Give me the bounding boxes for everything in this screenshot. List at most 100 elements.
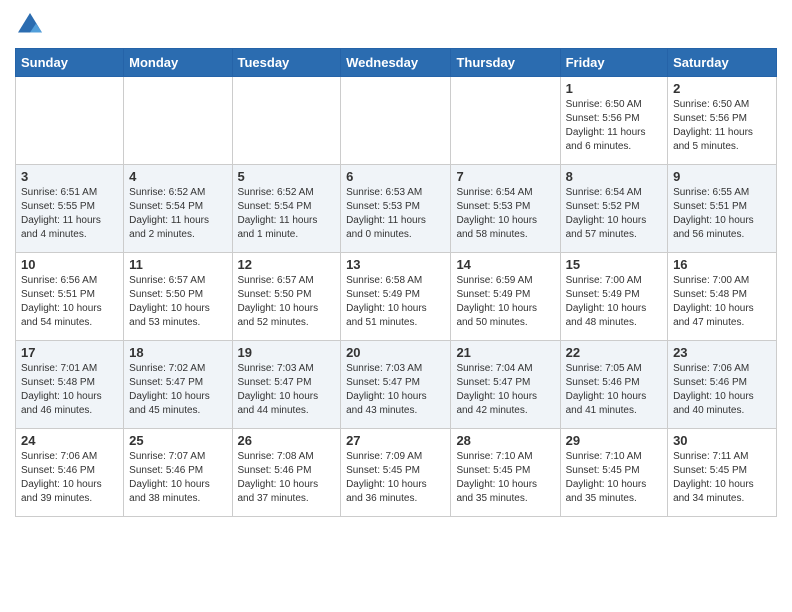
day-number: 6 — [346, 169, 445, 184]
day-number: 21 — [456, 345, 554, 360]
calendar-week-row: 10 Sunrise: 6:56 AM Sunset: 5:51 PM Dayli… — [16, 253, 777, 341]
day-number: 12 — [238, 257, 336, 272]
day-info: Sunrise: 7:04 AM Sunset: 5:47 PM Dayligh… — [456, 362, 554, 418]
calendar-day: 2 Sunrise: 6:50 AM Sunset: 5:56 PM Daylig… — [668, 77, 777, 165]
day-number: 23 — [673, 345, 771, 360]
calendar-day — [16, 77, 124, 165]
weekday-header-sunday: Sunday — [16, 49, 124, 77]
weekday-header-monday: Monday — [124, 49, 232, 77]
calendar-day: 14 Sunrise: 6:59 AM Sunset: 5:49 PM Dayli… — [451, 253, 560, 341]
calendar-day: 21 Sunrise: 7:04 AM Sunset: 5:47 PM Dayli… — [451, 341, 560, 429]
calendar-day: 28 Sunrise: 7:10 AM Sunset: 5:45 PM Dayli… — [451, 429, 560, 517]
calendar-day — [451, 77, 560, 165]
day-info: Sunrise: 6:57 AM Sunset: 5:50 PM Dayligh… — [238, 274, 336, 330]
day-number: 2 — [673, 81, 771, 96]
day-number: 17 — [21, 345, 118, 360]
day-number: 8 — [566, 169, 662, 184]
day-number: 1 — [566, 81, 662, 96]
calendar-day: 11 Sunrise: 6:57 AM Sunset: 5:50 PM Dayli… — [124, 253, 232, 341]
calendar-day: 27 Sunrise: 7:09 AM Sunset: 5:45 PM Dayli… — [341, 429, 451, 517]
calendar-day: 5Sunrise: 6:52 AM Sunset: 5:54 PM Daylig… — [232, 165, 341, 253]
calendar-day: 9Sunrise: 6:55 AM Sunset: 5:51 PM Daylig… — [668, 165, 777, 253]
day-number: 9 — [673, 169, 771, 184]
page: SundayMondayTuesdayWednesdayThursdayFrid… — [0, 0, 792, 532]
day-info: Sunrise: 7:10 AM Sunset: 5:45 PM Dayligh… — [566, 450, 662, 506]
calendar-day: 30 Sunrise: 7:11 AM Sunset: 5:45 PM Dayli… — [668, 429, 777, 517]
calendar-day: 26 Sunrise: 7:08 AM Sunset: 5:46 PM Dayli… — [232, 429, 341, 517]
day-number: 19 — [238, 345, 336, 360]
day-number: 28 — [456, 433, 554, 448]
day-number: 10 — [21, 257, 118, 272]
calendar-day: 18 Sunrise: 7:02 AM Sunset: 5:47 PM Dayli… — [124, 341, 232, 429]
day-info: Sunrise: 7:10 AM Sunset: 5:45 PM Dayligh… — [456, 450, 554, 506]
calendar-day: 12 Sunrise: 6:57 AM Sunset: 5:50 PM Dayli… — [232, 253, 341, 341]
day-info: Sunrise: 7:08 AM Sunset: 5:46 PM Dayligh… — [238, 450, 336, 506]
day-number: 22 — [566, 345, 662, 360]
day-number: 29 — [566, 433, 662, 448]
logo-icon — [15, 10, 45, 40]
calendar-day: 29 Sunrise: 7:10 AM Sunset: 5:45 PM Dayli… — [560, 429, 667, 517]
day-number: 26 — [238, 433, 336, 448]
calendar-day: 4 Sunrise: 6:52 AM Sunset: 5:54 PM Daylig… — [124, 165, 232, 253]
header — [15, 10, 777, 40]
day-number: 18 — [129, 345, 226, 360]
day-info: Sunrise: 6:50 AM Sunset: 5:56 PM Dayligh… — [673, 98, 771, 154]
day-number: 5 — [238, 169, 336, 184]
day-info: Sunrise: 6:58 AM Sunset: 5:49 PM Dayligh… — [346, 274, 445, 330]
weekday-header-friday: Friday — [560, 49, 667, 77]
weekday-header-saturday: Saturday — [668, 49, 777, 77]
calendar-day: 20 Sunrise: 7:03 AM Sunset: 5:47 PM Dayli… — [341, 341, 451, 429]
day-info: Sunrise: 6:54 AM Sunset: 5:53 PM Dayligh… — [456, 186, 554, 242]
logo — [15, 10, 49, 40]
calendar-day: 22Sunrise: 7:05 AM Sunset: 5:46 PM Dayli… — [560, 341, 667, 429]
day-info: Sunrise: 6:50 AM Sunset: 5:56 PM Dayligh… — [566, 98, 662, 154]
calendar-day — [232, 77, 341, 165]
day-number: 7 — [456, 169, 554, 184]
day-number: 3 — [21, 169, 118, 184]
day-info: Sunrise: 7:00 AM Sunset: 5:49 PM Dayligh… — [566, 274, 662, 330]
calendar-table: SundayMondayTuesdayWednesdayThursdayFrid… — [15, 48, 777, 517]
day-info: Sunrise: 6:53 AM Sunset: 5:53 PM Dayligh… — [346, 186, 445, 242]
day-info: Sunrise: 6:52 AM Sunset: 5:54 PM Dayligh… — [129, 186, 226, 242]
weekday-header-tuesday: Tuesday — [232, 49, 341, 77]
calendar-day — [124, 77, 232, 165]
day-number: 30 — [673, 433, 771, 448]
day-info: Sunrise: 7:01 AM Sunset: 5:48 PM Dayligh… — [21, 362, 118, 418]
calendar-week-row: 1 Sunrise: 6:50 AM Sunset: 5:56 PM Daylig… — [16, 77, 777, 165]
day-info: Sunrise: 6:59 AM Sunset: 5:49 PM Dayligh… — [456, 274, 554, 330]
day-info: Sunrise: 7:09 AM Sunset: 5:45 PM Dayligh… — [346, 450, 445, 506]
day-number: 15 — [566, 257, 662, 272]
calendar-day: 17 Sunrise: 7:01 AM Sunset: 5:48 PM Dayli… — [16, 341, 124, 429]
day-info: Sunrise: 7:03 AM Sunset: 5:47 PM Dayligh… — [346, 362, 445, 418]
calendar-day: 7 Sunrise: 6:54 AM Sunset: 5:53 PM Daylig… — [451, 165, 560, 253]
day-info: Sunrise: 7:00 AM Sunset: 5:48 PM Dayligh… — [673, 274, 771, 330]
calendar-day — [341, 77, 451, 165]
day-number: 11 — [129, 257, 226, 272]
day-number: 25 — [129, 433, 226, 448]
calendar-day: 25 Sunrise: 7:07 AM Sunset: 5:46 PM Dayli… — [124, 429, 232, 517]
day-info: Sunrise: 7:02 AM Sunset: 5:47 PM Dayligh… — [129, 362, 226, 418]
calendar-day: 13Sunrise: 6:58 AM Sunset: 5:49 PM Dayli… — [341, 253, 451, 341]
day-info: Sunrise: 6:56 AM Sunset: 5:51 PM Dayligh… — [21, 274, 118, 330]
calendar-day: 6 Sunrise: 6:53 AM Sunset: 5:53 PM Daylig… — [341, 165, 451, 253]
day-info: Sunrise: 7:06 AM Sunset: 5:46 PM Dayligh… — [673, 362, 771, 418]
day-info: Sunrise: 7:06 AM Sunset: 5:46 PM Dayligh… — [21, 450, 118, 506]
calendar-day: 19Sunrise: 7:03 AM Sunset: 5:47 PM Dayli… — [232, 341, 341, 429]
calendar-day: 1 Sunrise: 6:50 AM Sunset: 5:56 PM Daylig… — [560, 77, 667, 165]
day-info: Sunrise: 7:07 AM Sunset: 5:46 PM Dayligh… — [129, 450, 226, 506]
day-number: 4 — [129, 169, 226, 184]
day-info: Sunrise: 6:57 AM Sunset: 5:50 PM Dayligh… — [129, 274, 226, 330]
day-info: Sunrise: 6:51 AM Sunset: 5:55 PM Dayligh… — [21, 186, 118, 242]
day-number: 27 — [346, 433, 445, 448]
calendar-day: 16 Sunrise: 7:00 AM Sunset: 5:48 PM Dayli… — [668, 253, 777, 341]
weekday-header-wednesday: Wednesday — [341, 49, 451, 77]
day-number: 20 — [346, 345, 445, 360]
day-info: Sunrise: 7:11 AM Sunset: 5:45 PM Dayligh… — [673, 450, 771, 506]
weekday-header-thursday: Thursday — [451, 49, 560, 77]
calendar-day: 3 Sunrise: 6:51 AM Sunset: 5:55 PM Daylig… — [16, 165, 124, 253]
day-info: Sunrise: 6:54 AM Sunset: 5:52 PM Dayligh… — [566, 186, 662, 242]
day-number: 24 — [21, 433, 118, 448]
calendar-week-row: 17 Sunrise: 7:01 AM Sunset: 5:48 PM Dayli… — [16, 341, 777, 429]
day-number: 14 — [456, 257, 554, 272]
day-number: 16 — [673, 257, 771, 272]
